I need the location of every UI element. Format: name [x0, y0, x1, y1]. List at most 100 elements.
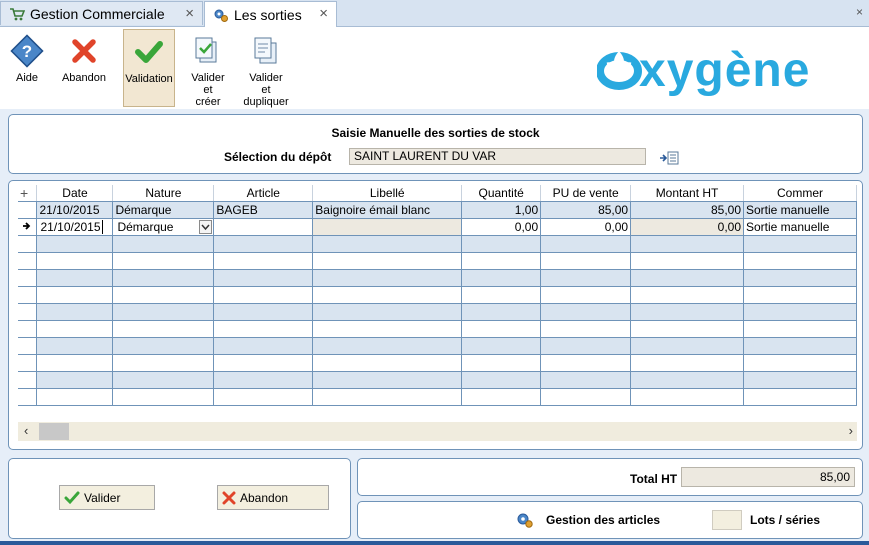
table-row[interactable] — [18, 320, 857, 338]
grid-cell[interactable] — [36, 286, 114, 304]
scroll-left-icon[interactable]: ‹ — [24, 423, 28, 438]
cell-date[interactable]: 21/10/2015 — [36, 201, 114, 219]
table-row[interactable]: 21/10/2015 Démarque 0,00 0,00 0,00 Sorti… — [18, 218, 857, 236]
scroll-right-icon[interactable]: › — [849, 423, 853, 438]
grid-cell[interactable] — [112, 235, 215, 253]
grid-cell[interactable] — [36, 252, 114, 270]
grid-cell[interactable] — [540, 235, 632, 253]
validation-button[interactable]: Validation — [123, 29, 175, 107]
grid-cell[interactable] — [461, 354, 542, 372]
grid-cell[interactable] — [743, 235, 857, 253]
grid-cell[interactable] — [213, 371, 314, 389]
grid-cell[interactable] — [743, 337, 857, 355]
grid-cell[interactable] — [112, 303, 215, 321]
abandon-button[interactable]: Abandon — [217, 485, 329, 510]
table-row[interactable] — [18, 388, 857, 406]
column-header-montant-ht[interactable]: Montant HT — [630, 185, 744, 202]
grid-cell[interactable] — [213, 286, 314, 304]
grid-cell[interactable] — [630, 269, 744, 287]
aide-button[interactable]: ? Aide — [6, 29, 48, 107]
grid-cell[interactable] — [743, 286, 857, 304]
tab-close-button[interactable]: × — [319, 5, 328, 22]
table-row[interactable] — [18, 269, 857, 287]
valider-et-creer-button[interactable]: Valider et créer — [184, 29, 232, 108]
table-row[interactable] — [18, 354, 857, 372]
window-close-button[interactable]: × — [856, 5, 863, 19]
table-row[interactable] — [18, 235, 857, 253]
grid-cell[interactable] — [630, 337, 744, 355]
grid-cell[interactable] — [312, 269, 463, 287]
grid-cell[interactable] — [312, 235, 463, 253]
grid-cell[interactable] — [112, 354, 215, 372]
scrollbar-thumb[interactable] — [39, 423, 69, 440]
grid-add-column-button[interactable]: + — [18, 185, 38, 202]
grid-cell[interactable] — [743, 388, 857, 406]
grid-cell[interactable] — [36, 303, 114, 321]
grid-cell[interactable] — [36, 269, 114, 287]
cell-commentaire[interactable]: Sortie manuelle — [743, 218, 857, 236]
column-header-quantite[interactable]: Quantité — [461, 185, 542, 202]
grid-cell[interactable] — [36, 320, 114, 338]
cell-article[interactable]: BAGEB — [213, 201, 314, 219]
cell-quantite[interactable]: 0,00 — [461, 218, 542, 236]
grid-cell[interactable] — [461, 252, 542, 270]
valider-button[interactable]: Valider — [59, 485, 155, 510]
cell-pu-de-vente[interactable]: 85,00 — [540, 201, 632, 219]
grid-cell[interactable] — [312, 303, 463, 321]
grid-cell[interactable] — [461, 371, 542, 389]
grid-cell[interactable] — [540, 388, 632, 406]
tab-close-button[interactable]: × — [185, 5, 194, 22]
grid-cell[interactable] — [630, 286, 744, 304]
valider-et-dupliquer-button[interactable]: Valider et dupliquer — [240, 29, 292, 108]
tab-les-sorties[interactable]: Les sorties × — [204, 1, 337, 27]
lots-series-link[interactable]: Lots / séries — [712, 510, 820, 530]
column-header-libelle[interactable]: Libellé — [312, 185, 463, 202]
grid-cell[interactable] — [213, 320, 314, 338]
grid-cell[interactable] — [312, 286, 463, 304]
cell-date-editor[interactable]: 21/10/2015 — [36, 218, 114, 236]
grid-cell[interactable] — [213, 235, 314, 253]
grid-cell[interactable] — [312, 388, 463, 406]
grid-cell[interactable] — [630, 252, 744, 270]
table-row[interactable] — [18, 371, 857, 389]
grid-cell[interactable] — [312, 337, 463, 355]
grid-cell[interactable] — [540, 354, 632, 372]
grid-cell[interactable] — [540, 269, 632, 287]
grid-cell[interactable] — [213, 354, 314, 372]
grid-cell[interactable] — [213, 252, 314, 270]
grid-cell[interactable] — [461, 303, 542, 321]
grid-cell[interactable] — [461, 269, 542, 287]
cell-pu-de-vente[interactable]: 0,00 — [540, 218, 632, 236]
grid-cell[interactable] — [36, 388, 114, 406]
grid-cell[interactable] — [630, 388, 744, 406]
column-header-commentaire[interactable]: Commer — [743, 185, 857, 202]
depot-field[interactable]: SAINT LAURENT DU VAR — [349, 148, 646, 165]
gestion-des-articles-link[interactable]: Gestion des articles — [516, 512, 660, 528]
grid-cell[interactable] — [312, 354, 463, 372]
grid-cell[interactable] — [630, 320, 744, 338]
cell-commentaire[interactable]: Sortie manuelle — [743, 201, 857, 219]
grid-cell[interactable] — [743, 252, 857, 270]
grid-cell[interactable] — [461, 388, 542, 406]
grid-cell[interactable] — [312, 371, 463, 389]
grid-cell[interactable] — [540, 303, 632, 321]
grid-cell[interactable] — [743, 320, 857, 338]
abandon-toolbar-button[interactable]: Abandon — [58, 29, 110, 107]
grid-cell[interactable] — [630, 303, 744, 321]
cell-nature[interactable]: Démarque — [112, 201, 215, 219]
cell-nature-dropdown[interactable]: Démarque — [112, 218, 215, 236]
grid-cell[interactable] — [213, 388, 314, 406]
column-header-date[interactable]: Date — [36, 185, 114, 202]
grid-cell[interactable] — [213, 269, 314, 287]
table-row[interactable] — [18, 303, 857, 321]
tab-gestion-commerciale[interactable]: Gestion Commerciale × — [0, 1, 203, 25]
column-header-article[interactable]: Article — [213, 185, 314, 202]
column-header-pu-de-vente[interactable]: PU de vente — [540, 185, 632, 202]
grid-cell[interactable] — [112, 286, 215, 304]
grid-cell[interactable] — [213, 303, 314, 321]
cell-quantite[interactable]: 1,00 — [461, 201, 542, 219]
grid-cell[interactable] — [112, 388, 215, 406]
grid-cell[interactable] — [112, 252, 215, 270]
horizontal-scrollbar[interactable]: ‹ › — [18, 422, 857, 441]
cell-article[interactable] — [213, 218, 314, 236]
